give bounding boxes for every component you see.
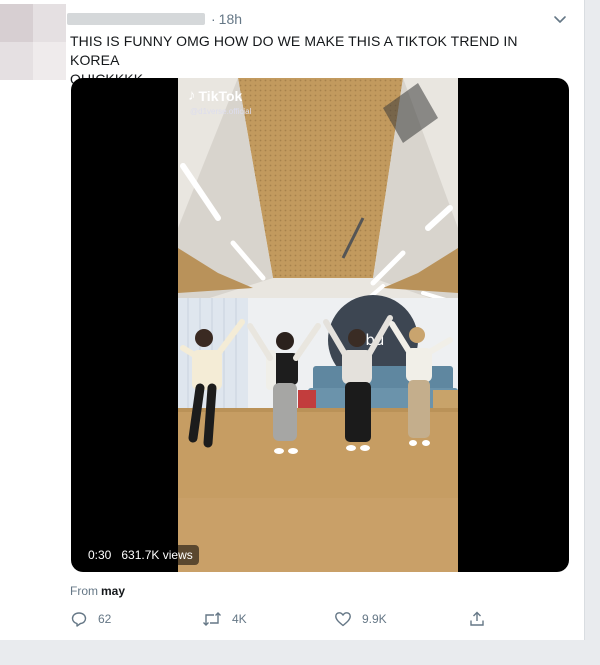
share-button[interactable] xyxy=(468,610,496,628)
from-account-link[interactable]: may xyxy=(101,584,125,598)
tweet-card[interactable]: · 18h THIS IS FUNNY OMG HOW DO WE MAKE T… xyxy=(0,0,585,640)
avatar[interactable] xyxy=(0,4,66,80)
avatar-pixel-block xyxy=(33,42,66,80)
reply-count: 62 xyxy=(98,612,112,626)
video-frame: ərbu xyxy=(178,78,458,572)
tiktok-watermark: ♪ TikTok @d1verse.official xyxy=(188,87,251,116)
watermark-brand: TikTok xyxy=(198,87,243,104)
chevron-down-icon[interactable] xyxy=(552,11,568,27)
tweet-header: · 18h xyxy=(67,10,242,28)
tweet-timestamp[interactable]: 18h xyxy=(219,11,242,27)
reply-icon xyxy=(71,612,87,627)
video-source: From may xyxy=(70,584,125,598)
tweet-actions: 62 4K 9.9K xyxy=(70,610,530,632)
retweet-count: 4K xyxy=(232,612,247,626)
video-views: 631.7K views xyxy=(121,548,193,562)
separator-dot: · xyxy=(211,11,216,27)
video-info-badge: 0:30 631.7K views xyxy=(82,545,199,565)
tiktok-logo-icon: ♪ xyxy=(188,87,196,104)
like-button[interactable]: 9.9K xyxy=(334,610,387,628)
video-player[interactable]: ərbu ♪ TikTok @d1verse.official xyxy=(71,78,569,572)
retweet-icon xyxy=(203,612,221,626)
blurred-username[interactable] xyxy=(67,13,205,25)
video-duration: 0:30 xyxy=(88,548,112,562)
watermark-handle: @d1verse.official xyxy=(190,107,252,116)
avatar-pixel-block xyxy=(0,4,33,42)
like-icon xyxy=(335,612,351,627)
share-icon xyxy=(470,611,484,626)
tweet-text-line: THIS IS FUNNY OMG HOW DO WE MAKE THIS A … xyxy=(70,33,518,68)
retweet-button[interactable]: 4K xyxy=(202,610,247,628)
from-label: From xyxy=(70,584,98,598)
like-count: 9.9K xyxy=(362,612,387,626)
reply-button[interactable]: 62 xyxy=(70,610,111,628)
